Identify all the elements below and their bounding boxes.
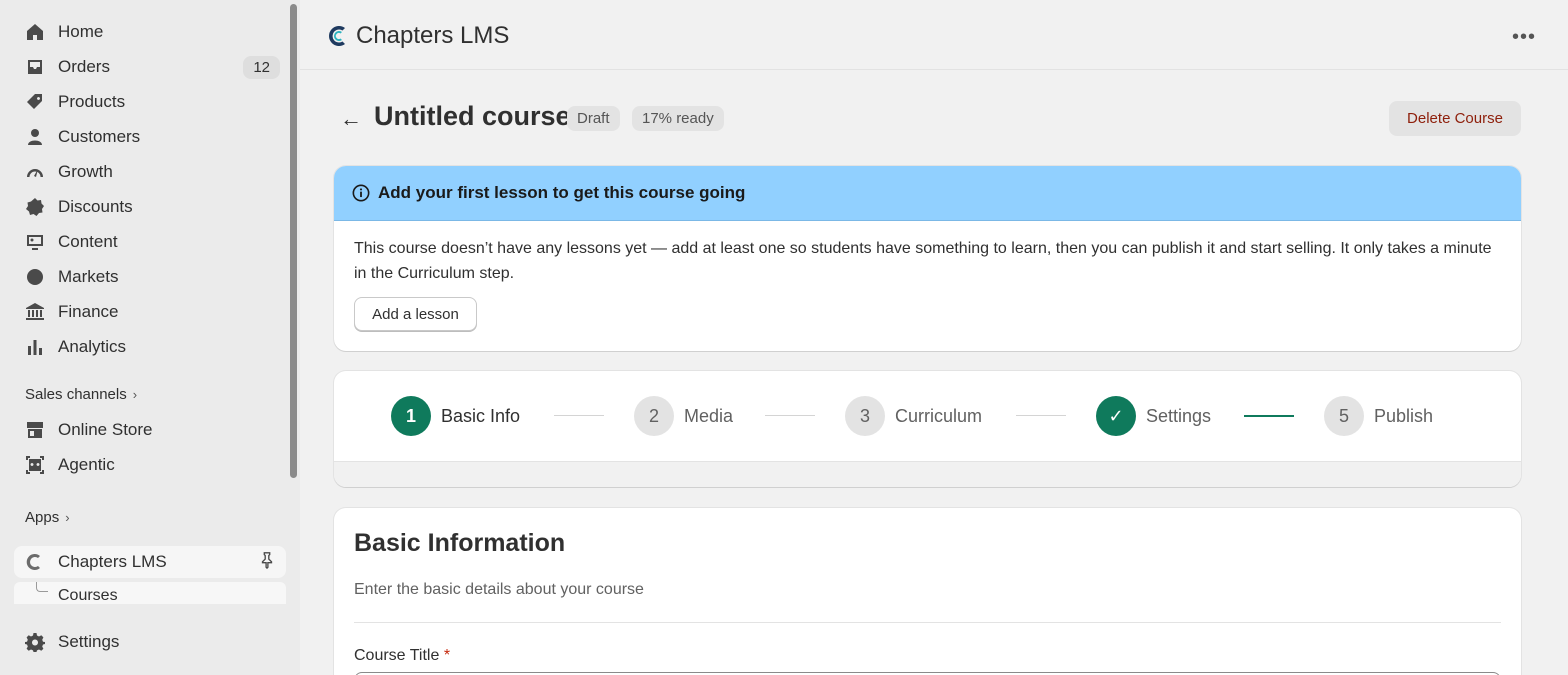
app-title: Chapters LMS [326,22,509,50]
sidebar-item-label: Customers [58,127,141,146]
stepper-footer [334,461,1521,487]
basic-info-card: Basic Information Enter the basic detail… [334,508,1521,675]
sidebar-item-markets[interactable]: Markets [14,261,286,293]
sidebar-item-label: Home [58,22,104,41]
course-stepper: 1 Basic Info 2 Media 3 Curriculum ✓ Sett… [334,371,1521,487]
step-publish[interactable]: 5 Publish [1324,396,1433,436]
section-subtitle: Enter the basic details about your cours… [354,581,644,598]
sidebar-item-label: Discounts [58,197,133,216]
info-icon [352,184,370,202]
step-label: Curriculum [895,405,983,426]
sidebar-item-growth[interactable]: Growth [14,156,286,188]
home-icon [24,21,46,43]
sidebar-item-home[interactable]: Home [14,16,286,48]
sidebar-item-label: Analytics [58,337,127,356]
add-lesson-button[interactable]: Add a lesson [354,297,477,331]
app-topbar: Chapters LMS ••• [300,0,1568,70]
step-basic-info[interactable]: 1 Basic Info [391,396,520,436]
sidebar-item-analytics[interactable]: Analytics [14,331,286,363]
ready-badge: 17% ready [632,106,724,131]
back-arrow-icon[interactable]: ← [340,106,362,132]
more-actions-icon[interactable]: ••• [1512,26,1536,49]
step-label: Publish [1374,405,1434,426]
tag-icon [24,91,46,113]
sidebar-item-settings[interactable]: Settings [14,626,286,658]
sidebar: Home Orders 12 Products Customers Growth… [0,0,300,675]
sales-channels-section[interactable]: Sales channels › [25,386,137,403]
sidebar-item-products[interactable]: Products [14,86,286,118]
divider [354,622,1501,623]
tree-branch-icon [36,582,48,592]
step-connector [765,415,815,416]
sidebar-item-orders[interactable]: Orders 12 [14,51,286,83]
banner-header: Add your first lesson to get this course… [334,166,1521,221]
image-icon [24,231,46,253]
sidebar-item-online-store[interactable]: Online Store [14,414,286,446]
required-mark: * [443,647,451,664]
sidebar-item-label: Chapters LMS [58,552,167,571]
store-icon [24,419,46,441]
inbox-icon [24,56,46,78]
sidebar-item-chapters-lms[interactable]: Chapters LMS [14,546,286,578]
step-settings[interactable]: ✓ Settings [1096,396,1211,436]
bar-chart-icon [24,336,46,358]
step-media[interactable]: 2 Media [634,396,733,436]
checkmark-icon: ✓ [1096,396,1136,436]
banner-body: This course doesn’t have any lessons yet… [354,240,1492,282]
sidebar-item-label: Online Store [58,420,153,439]
step-number: 3 [845,396,885,436]
sidebar-item-agentic[interactable]: Agentic [14,449,286,481]
orders-count-badge: 12 [243,55,280,79]
sidebar-item-label: Markets [58,267,119,286]
step-connector [554,415,604,416]
chevron-right-icon: › [132,387,138,402]
sales-channels-label: Sales channels [25,386,127,403]
sidebar-item-finance[interactable]: Finance [14,296,286,328]
sidebar-item-customers[interactable]: Customers [14,121,286,153]
page-title: Untitled course [374,101,571,131]
sidebar-scrollbar[interactable] [290,4,297,478]
gauge-icon [24,161,46,183]
pin-icon[interactable] [258,551,276,574]
sidebar-item-content[interactable]: Content [14,226,286,258]
step-curriculum[interactable]: 3 Curriculum [845,396,982,436]
globe-icon [24,266,46,288]
agent-icon [24,454,46,476]
gear-icon [24,631,46,653]
chevron-right-icon: › [65,510,70,525]
discount-icon [24,196,46,218]
sidebar-item-label: Growth [58,162,113,181]
person-icon [24,126,46,148]
sidebar-item-label: Finance [58,302,119,321]
step-label: Media [684,405,734,426]
step-number: 1 [391,396,431,436]
chapters-logo-icon [24,551,46,573]
sidebar-item-label: Orders [58,57,110,76]
step-label: Settings [1146,405,1212,426]
course-title-label-text: Course Title [354,647,440,664]
chapters-logo-icon [329,26,345,46]
sidebar-subitem-courses[interactable]: Courses [14,582,286,604]
step-connector [1016,415,1066,416]
info-banner: Add your first lesson to get this course… [334,166,1521,351]
delete-course-button[interactable]: Delete Course [1389,101,1521,136]
apps-section[interactable]: Apps › [25,509,70,526]
sidebar-subitem-label: Courses [58,587,118,604]
section-title: Basic Information [354,529,566,557]
sidebar-item-label: Settings [58,632,120,651]
bank-icon [24,301,46,323]
app-title-text: Chapters LMS [356,22,510,49]
sidebar-item-label: Content [58,232,118,251]
step-connector-complete [1244,415,1294,417]
step-number: 2 [634,396,674,436]
banner-title: Add your first lesson to get this course… [378,183,746,202]
sidebar-item-label: Agentic [58,455,115,474]
sidebar-item-label: Products [58,92,126,111]
status-badge: Draft [567,106,620,131]
sidebar-item-discounts[interactable]: Discounts [14,191,286,223]
course-title-label: Course Title * [354,647,450,665]
apps-label: Apps [25,509,60,526]
step-number: 5 [1324,396,1364,436]
step-label: Basic Info [441,405,521,426]
